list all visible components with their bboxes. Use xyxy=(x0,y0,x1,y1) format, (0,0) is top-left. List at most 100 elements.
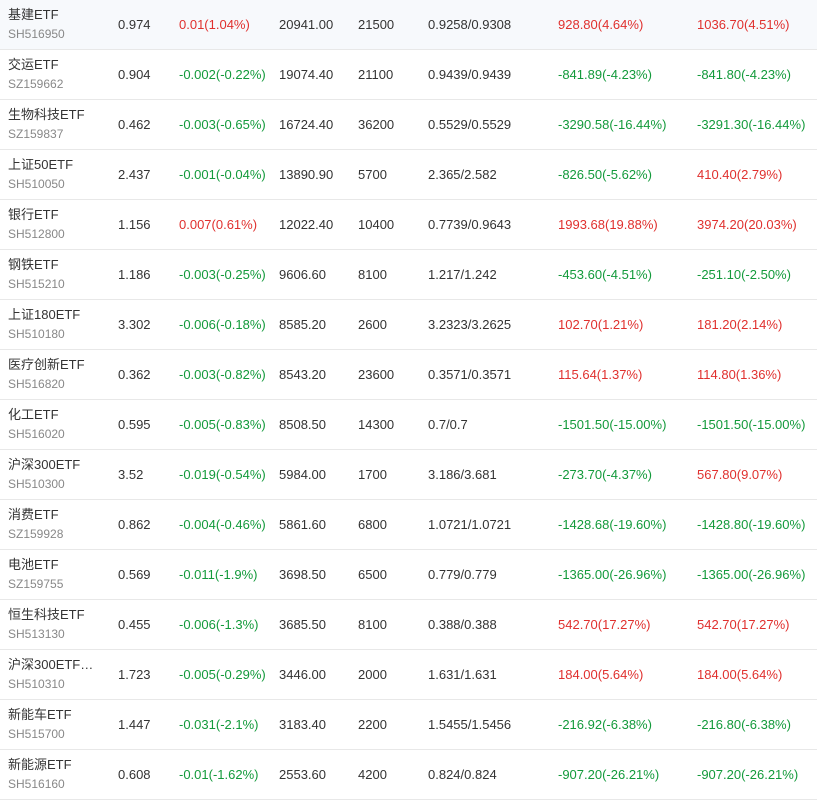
table-row[interactable]: 新能车ETF SH515700 1.447 -0.031(-2.1%) 3183.40 2… xyxy=(0,700,817,750)
security-cell: 恒生科技ETF SH513130 xyxy=(8,600,108,650)
floating-pl-cell: 184.00(5.64%) xyxy=(558,667,644,682)
table-row[interactable]: 恒生科技ETF SH513130 0.455 -0.006(-1.3%) 3685.50… xyxy=(0,600,817,650)
price-cell: 0.862 xyxy=(118,517,151,532)
table-row[interactable]: 钢铁ETF SH515210 1.186 -0.003(-0.25%) 9606.60 8… xyxy=(0,250,817,300)
security-name: 基建ETF xyxy=(8,7,59,22)
holding-pl-cell: 567.80(9.07%) xyxy=(697,467,783,482)
floating-pl-cell: 1993.68(19.88%) xyxy=(558,217,658,232)
quantity-cell: 21500 xyxy=(358,17,395,32)
table-row[interactable]: 上证50ETF SH510050 2.437 -0.001(-0.04%) 13890.… xyxy=(0,150,817,200)
market-value-cell: 9606.60 xyxy=(279,267,326,282)
quantity-cell: 8100 xyxy=(358,267,387,282)
cost-price-cell: 1.0721/1.0721 xyxy=(428,517,512,532)
quantity-cell: 1700 xyxy=(358,467,387,482)
cost-price-cell: 1.217/1.242 xyxy=(428,267,497,282)
table-row[interactable]: 新能源ETF SH516160 0.608 -0.01(-1.62%) 2553.60 4… xyxy=(0,750,817,800)
quantity-cell: 2200 xyxy=(358,717,387,732)
quantity-cell: 10400 xyxy=(358,217,395,232)
floating-pl-cell: -907.20(-26.21%) xyxy=(558,767,660,782)
table-row[interactable]: 化工ETF SH516020 0.595 -0.005(-0.83%) 8508.50 1… xyxy=(0,400,817,450)
market-value-cell: 13890.90 xyxy=(279,167,334,182)
market-value-cell: 8508.50 xyxy=(279,417,326,432)
change-cell: 0.007(0.61%) xyxy=(179,217,258,232)
price-cell: 0.904 xyxy=(118,67,151,82)
price-cell: 0.974 xyxy=(118,17,151,32)
table-row[interactable]: 上证180ETF SH510180 3.302 -0.006(-0.18%) 8585.… xyxy=(0,300,817,350)
security-code: SH516020 xyxy=(8,427,65,441)
change-cell: -0.002(-0.22%) xyxy=(179,67,266,82)
price-cell: 2.437 xyxy=(118,167,151,182)
security-cell: 生物科技ETF SZ159837 xyxy=(8,100,108,150)
security-name: 化工ETF xyxy=(8,407,59,422)
floating-pl-cell: 102.70(1.21%) xyxy=(558,317,644,332)
holding-pl-cell: 542.70(17.27%) xyxy=(697,617,790,632)
floating-pl-cell: -841.89(-4.23%) xyxy=(558,67,652,82)
floating-pl-cell: -216.92(-6.38%) xyxy=(558,717,652,732)
cost-price-cell: 0.824/0.824 xyxy=(428,767,497,782)
security-code: SZ159662 xyxy=(8,77,64,91)
holdings-table: 基建ETF SH516950 0.974 0.01(1.04%) 20941.00 215… xyxy=(0,0,817,800)
security-cell: 交运ETF SZ159662 xyxy=(8,50,108,100)
market-value-cell: 5861.60 xyxy=(279,517,326,532)
change-cell: -0.019(-0.54%) xyxy=(179,467,266,482)
security-name: 上证50ETF xyxy=(8,157,74,172)
security-code: SZ159755 xyxy=(8,577,64,591)
security-cell: 医疗创新ETF SH516820 xyxy=(8,350,108,400)
price-cell: 1.186 xyxy=(118,267,151,282)
table-row[interactable]: 医疗创新ETF SH516820 0.362 -0.003(-0.82%) 8543.2… xyxy=(0,350,817,400)
floating-pl-cell: -1365.00(-26.96%) xyxy=(558,567,667,582)
price-cell: 1.156 xyxy=(118,217,151,232)
security-cell: 上证180ETF SH510180 xyxy=(8,300,108,350)
floating-pl-cell: -826.50(-5.62%) xyxy=(558,167,652,182)
floating-pl-cell: -3290.58(-16.44%) xyxy=(558,117,667,132)
floating-pl-cell: -273.70(-4.37%) xyxy=(558,467,652,482)
table-row[interactable]: 消费ETF SZ159928 0.862 -0.004(-0.46%) 5861.60 6… xyxy=(0,500,817,550)
table-row[interactable]: 生物科技ETF SZ159837 0.462 -0.003(-0.65%) 16724.… xyxy=(0,100,817,150)
change-cell: 0.01(1.04%) xyxy=(179,17,250,32)
security-code: SH515700 xyxy=(8,727,65,741)
change-cell: -0.011(-1.9%) xyxy=(179,567,258,582)
market-value-cell: 8543.20 xyxy=(279,367,326,382)
security-name: 沪深300ETF xyxy=(8,457,81,472)
market-value-cell: 12022.40 xyxy=(279,217,334,232)
quantity-cell: 8100 xyxy=(358,617,387,632)
change-cell: -0.005(-0.29%) xyxy=(179,667,266,682)
price-cell: 0.595 xyxy=(118,417,151,432)
floating-pl-cell: -453.60(-4.51%) xyxy=(558,267,652,282)
table-row[interactable]: 电池ETF SZ159755 0.569 -0.011(-1.9%) 3698.50 65… xyxy=(0,550,817,600)
security-cell: 新能源ETF SH516160 xyxy=(8,750,108,800)
holding-pl-cell: -1365.00(-26.96%) xyxy=(697,567,806,582)
change-cell: -0.003(-0.25%) xyxy=(179,267,266,282)
quantity-cell: 2600 xyxy=(358,317,387,332)
change-cell: -0.001(-0.04%) xyxy=(179,167,266,182)
security-cell: 上证50ETF SH510050 xyxy=(8,150,108,200)
floating-pl-cell: -1501.50(-15.00%) xyxy=(558,417,667,432)
table-row[interactable]: 沪深300ETF… SH510310 1.723 -0.005(-0.29%) 3446… xyxy=(0,650,817,700)
security-cell: 化工ETF SH516020 xyxy=(8,400,108,450)
holding-pl-cell: -1501.50(-15.00%) xyxy=(697,417,806,432)
market-value-cell: 19074.40 xyxy=(279,67,334,82)
table-row[interactable]: 沪深300ETF SH510300 3.52 -0.019(-0.54%) 5984.0… xyxy=(0,450,817,500)
security-name: 交运ETF xyxy=(8,57,59,72)
market-value-cell: 3685.50 xyxy=(279,617,326,632)
security-code: SH510300 xyxy=(8,477,65,491)
table-row[interactable]: 银行ETF SH512800 1.156 0.007(0.61%) 12022.40 10… xyxy=(0,200,817,250)
security-code: SH512800 xyxy=(8,227,65,241)
price-cell: 0.455 xyxy=(118,617,151,632)
security-code: SZ159837 xyxy=(8,127,64,141)
table-row[interactable]: 基建ETF SH516950 0.974 0.01(1.04%) 20941.00 215… xyxy=(0,0,817,50)
security-code: SH513130 xyxy=(8,627,65,641)
quantity-cell: 6800 xyxy=(358,517,387,532)
security-code: SH516820 xyxy=(8,377,65,391)
market-value-cell: 5984.00 xyxy=(279,467,326,482)
security-name: 恒生科技ETF xyxy=(8,607,85,622)
cost-price-cell: 0.7739/0.9643 xyxy=(428,217,512,232)
security-name: 新能车ETF xyxy=(8,707,72,722)
table-row[interactable]: 交运ETF SZ159662 0.904 -0.002(-0.22%) 19074.40… xyxy=(0,50,817,100)
quantity-cell: 36200 xyxy=(358,117,395,132)
change-cell: -0.031(-2.1%) xyxy=(179,717,259,732)
security-code: SH510050 xyxy=(8,177,65,191)
holding-pl-cell: -1428.80(-19.60%) xyxy=(697,517,806,532)
price-cell: 0.569 xyxy=(118,567,151,582)
cost-price-cell: 0.7/0.7 xyxy=(428,417,468,432)
